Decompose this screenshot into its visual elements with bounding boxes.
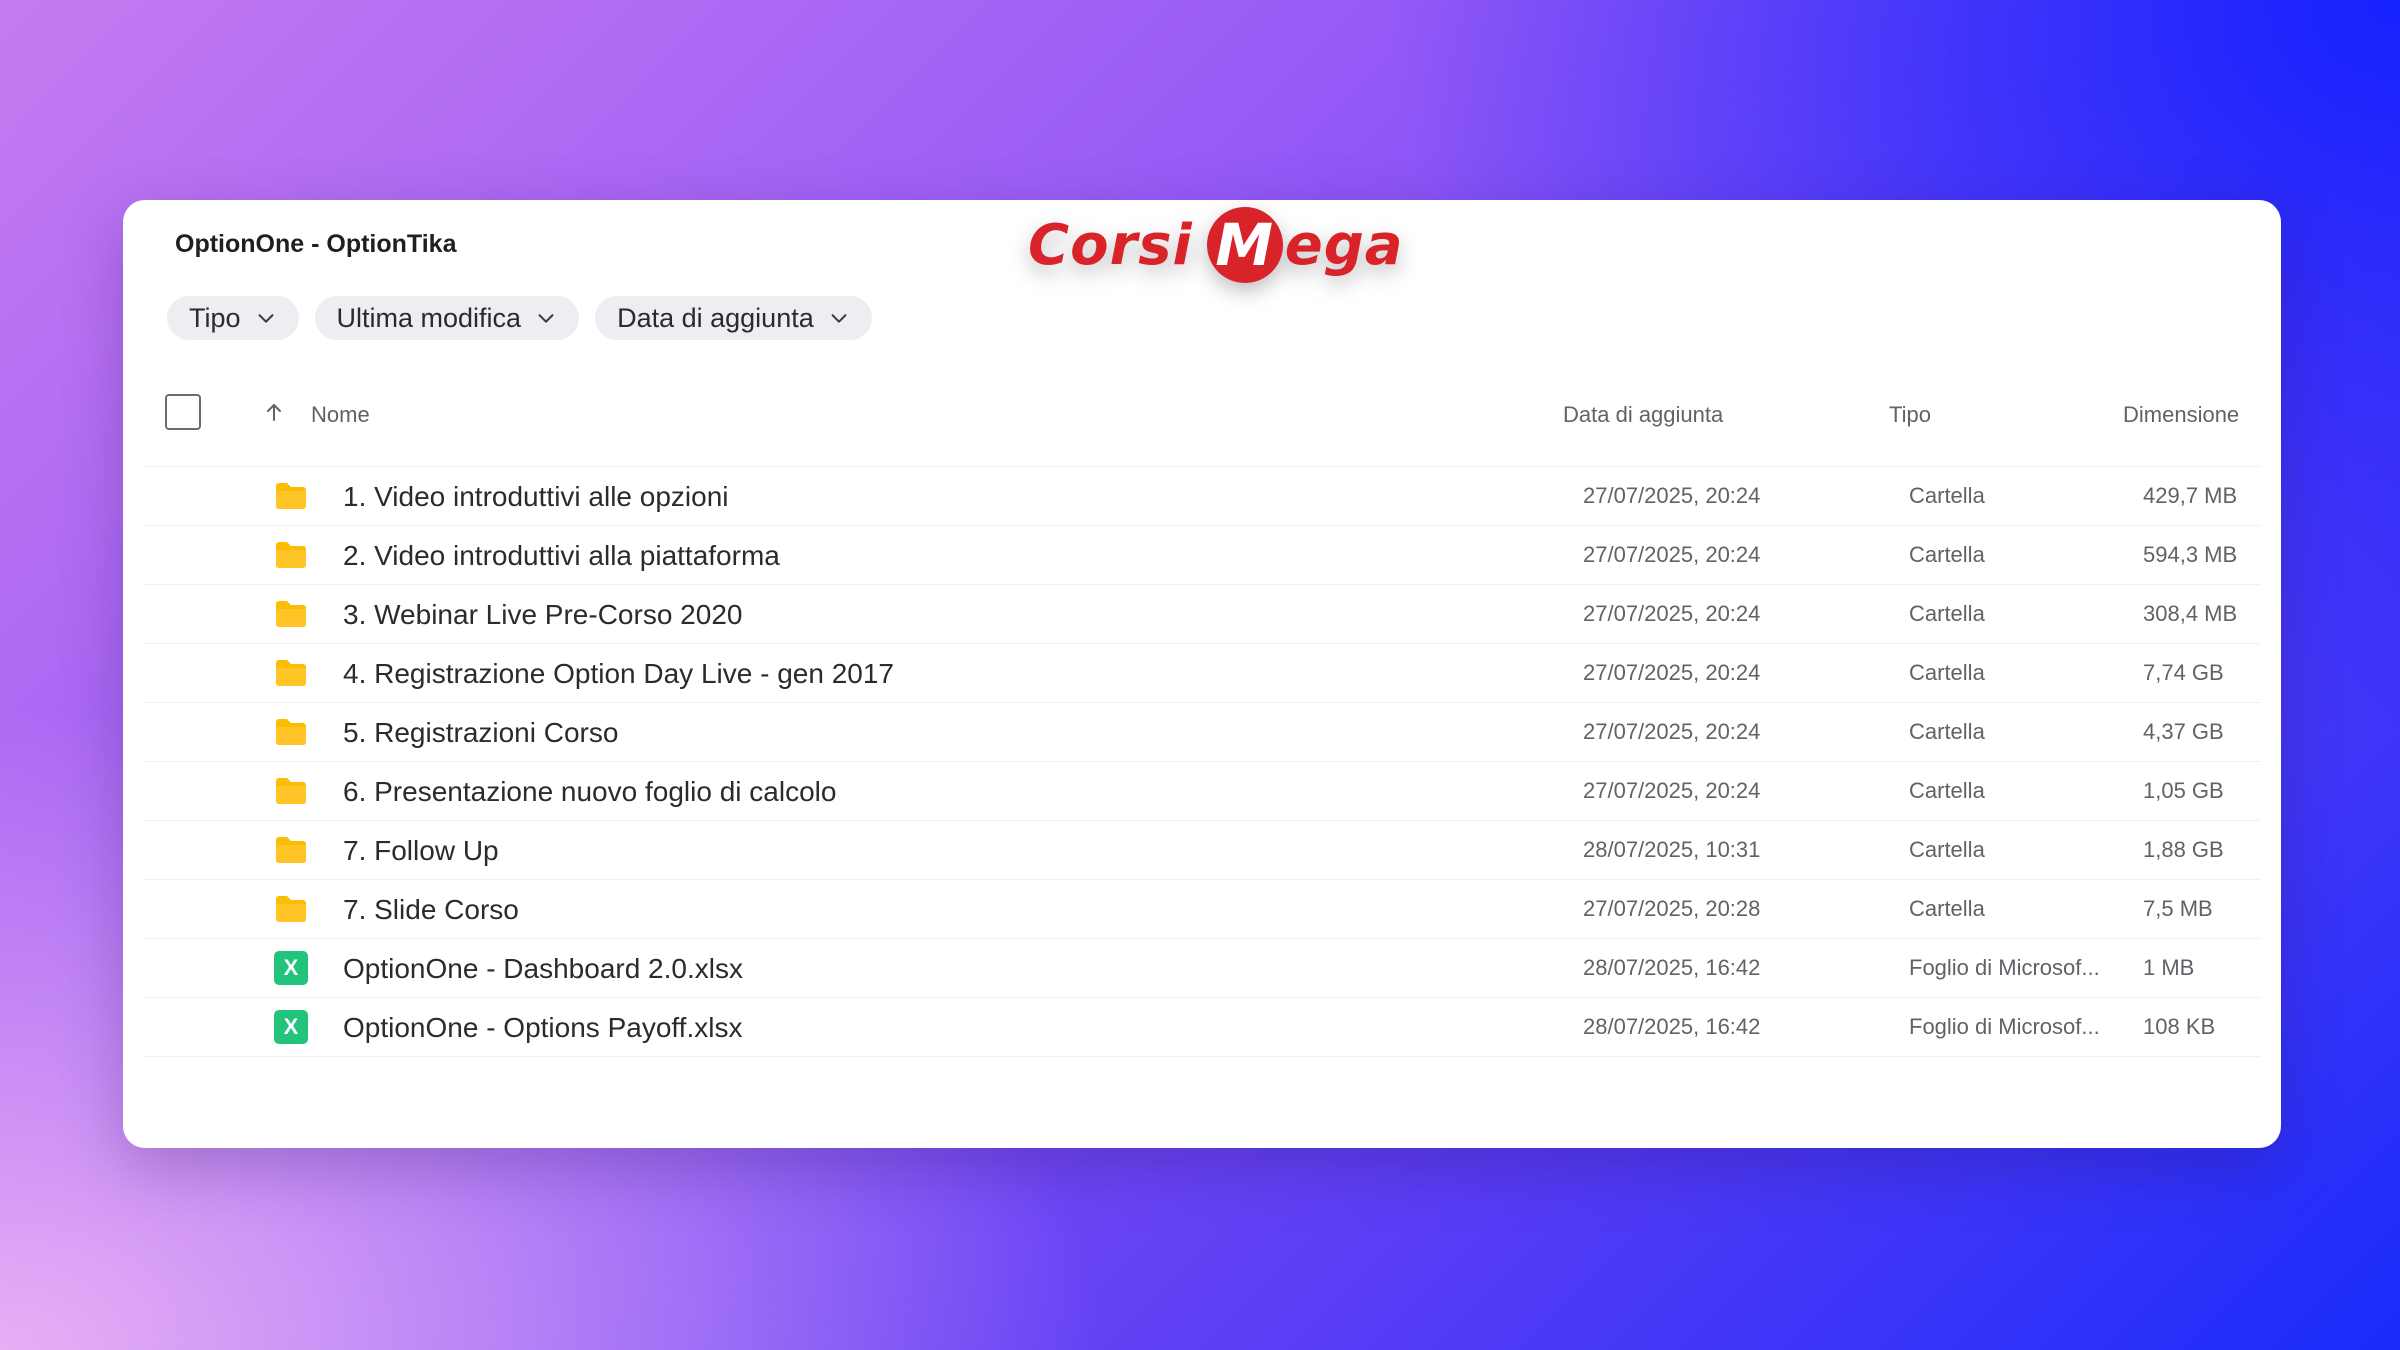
file-row[interactable]: 1. Video introduttivi alle opzioni 27/07…	[143, 466, 2261, 525]
file-type: Cartella	[1909, 778, 1985, 803]
file-list: 1. Video introduttivi alle opzioni 27/07…	[143, 466, 2261, 1057]
file-name: 4. Registrazione Option Day Live - gen 2…	[343, 658, 894, 689]
file-size: 7,74 GB	[2143, 660, 2224, 685]
file-date: 27/07/2025, 20:28	[1583, 896, 1761, 921]
folder-icon	[276, 778, 306, 804]
corsi-mega-logo: Corsi M ega	[1028, 205, 1404, 285]
filter-data-di-aggiunta[interactable]: Data di aggiunta	[595, 296, 872, 340]
column-header-size[interactable]: Dimensione	[2123, 402, 2239, 428]
file-row[interactable]: 7. Follow Up 28/07/2025, 10:31 Cartella …	[143, 820, 2261, 879]
file-type: Foglio di Microsof...	[1909, 955, 2100, 980]
filter-label: Data di aggiunta	[617, 302, 814, 333]
select-all-checkbox[interactable]	[165, 394, 201, 430]
folder-icon	[276, 837, 306, 863]
column-header-type[interactable]: Tipo	[1889, 402, 1931, 428]
excel-icon: X	[274, 951, 308, 985]
file-row[interactable]: 7. Slide Corso 27/07/2025, 20:28 Cartell…	[143, 879, 2261, 938]
sort-ascending-icon[interactable]	[262, 400, 286, 424]
logo-m-circle: M	[1206, 207, 1283, 283]
file-size: 7,5 MB	[2143, 896, 2213, 921]
file-type: Cartella	[1909, 719, 1985, 744]
filter-tipo[interactable]: Tipo	[167, 296, 299, 340]
filter-ultima-modifica[interactable]: Ultima modifica	[314, 296, 580, 340]
file-name: 1. Video introduttivi alle opzioni	[343, 481, 729, 512]
file-row[interactable]: 2. Video introduttivi alla piattaforma 2…	[143, 525, 2261, 584]
file-type: Cartella	[1909, 896, 1985, 921]
file-size: 1,05 GB	[2143, 778, 2224, 803]
file-row[interactable]: X OptionOne - Dashboard 2.0.xlsx 28/07/2…	[143, 938, 2261, 997]
file-size: 1,88 GB	[2143, 837, 2224, 862]
file-date: 28/07/2025, 16:42	[1583, 1014, 1761, 1039]
file-type: Cartella	[1909, 601, 1985, 626]
file-size: 108 KB	[2143, 1014, 2216, 1039]
file-name: 7. Slide Corso	[343, 894, 519, 925]
folder-icon	[276, 601, 306, 627]
folder-icon	[276, 719, 306, 745]
file-date: 27/07/2025, 20:24	[1583, 542, 1761, 567]
table-header: Nome Data di aggiunta Tipo Dimensione	[123, 390, 2281, 454]
file-name: 5. Registrazioni Corso	[343, 717, 619, 748]
file-row[interactable]: 3. Webinar Live Pre-Corso 2020 27/07/202…	[143, 584, 2261, 643]
file-size: 594,3 MB	[2143, 542, 2238, 567]
file-row[interactable]: 6. Presentazione nuovo foglio di calcolo…	[143, 761, 2261, 820]
file-row[interactable]: 5. Registrazioni Corso 27/07/2025, 20:24…	[143, 702, 2261, 761]
filter-label: Ultima modifica	[336, 302, 522, 333]
file-name: 6. Presentazione nuovo foglio di calcolo	[343, 776, 837, 807]
file-date: 28/07/2025, 10:31	[1583, 837, 1761, 862]
file-type: Cartella	[1909, 542, 1985, 567]
file-date: 28/07/2025, 16:42	[1583, 955, 1761, 980]
file-type: Foglio di Microsof...	[1909, 1014, 2100, 1039]
logo-text-corsi: Corsi	[1028, 212, 1193, 278]
folder-icon	[276, 483, 306, 509]
folder-icon	[276, 660, 306, 686]
file-type: Cartella	[1909, 660, 1985, 685]
page-title: OptionOne - OptionTika	[175, 230, 457, 258]
file-type: Cartella	[1909, 483, 1985, 508]
column-header-name[interactable]: Nome	[311, 402, 370, 428]
file-browser-panel: OptionOne - OptionTika Corsi M ega Tipo …	[123, 200, 2281, 1148]
chevron-down-icon	[258, 314, 273, 323]
file-size: 1 MB	[2143, 955, 2195, 980]
folder-icon	[276, 542, 306, 568]
file-date: 27/07/2025, 20:24	[1583, 483, 1761, 508]
file-row[interactable]: X OptionOne - Options Payoff.xlsx 28/07/…	[143, 997, 2261, 1057]
file-size: 308,4 MB	[2143, 601, 2238, 626]
file-name: 3. Webinar Live Pre-Corso 2020	[343, 599, 743, 630]
file-size: 429,7 MB	[2143, 483, 2238, 508]
column-header-date[interactable]: Data di aggiunta	[1563, 402, 1723, 428]
file-name: OptionOne - Dashboard 2.0.xlsx	[343, 953, 743, 984]
file-name: OptionOne - Options Payoff.xlsx	[343, 1012, 743, 1043]
filter-bar: Tipo Ultima modifica Data di aggiunta	[167, 296, 872, 340]
excel-icon: X	[274, 1010, 308, 1044]
file-date: 27/07/2025, 20:24	[1583, 778, 1761, 803]
folder-icon	[276, 896, 306, 922]
file-row[interactable]: 4. Registrazione Option Day Live - gen 2…	[143, 643, 2261, 702]
file-size: 4,37 GB	[2143, 719, 2224, 744]
file-type: Cartella	[1909, 837, 1985, 862]
file-name: 2. Video introduttivi alla piattaforma	[343, 540, 780, 571]
chevron-down-icon	[831, 314, 847, 323]
file-date: 27/07/2025, 20:24	[1583, 660, 1761, 685]
file-date: 27/07/2025, 20:24	[1583, 601, 1761, 626]
logo-text-ega: ega	[1284, 212, 1404, 278]
file-date: 27/07/2025, 20:24	[1583, 719, 1761, 744]
filter-label: Tipo	[189, 302, 241, 333]
file-name: 7. Follow Up	[343, 835, 499, 866]
chevron-down-icon	[538, 314, 554, 323]
